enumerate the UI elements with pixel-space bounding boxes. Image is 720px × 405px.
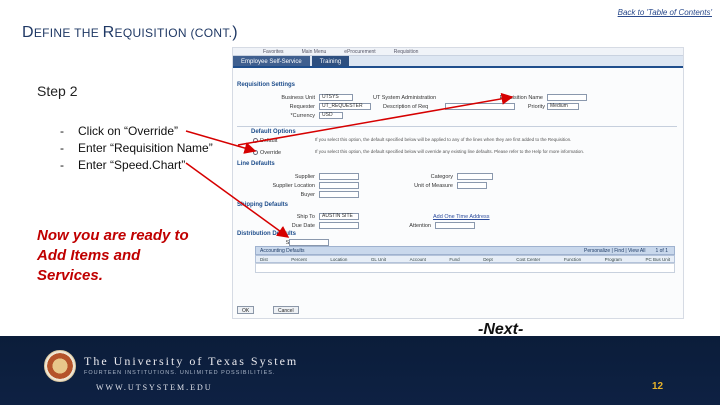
tab-employee-self-service[interactable]: Employee Self-Service [233,56,310,66]
cancel-button[interactable]: Cancel [273,306,299,314]
requester-field[interactable]: UT_REQUESTER [319,103,371,110]
instruction-item: - Click on “Override” [60,124,179,138]
supplier-label: Supplier [294,174,315,180]
line-defaults-heading: Line Defaults [237,161,275,167]
speedchart-field[interactable] [289,239,329,246]
grid-pages: 1 of 1 [655,247,668,254]
ship-to-field[interactable]: AUSTIN SITE [319,213,359,220]
due-date-label: Due Date [291,223,315,229]
distribution-defaults-heading: Distribution Defaults [237,231,297,237]
default-radio-label: Default [260,138,278,144]
requisition-settings-heading: Requisition Settings [237,82,296,88]
table-row[interactable] [255,263,675,273]
requisition-name-field[interactable] [547,94,587,101]
default-options-heading: Default Options [251,129,296,135]
instruction-list: - Click on “Override” - Enter “Requisition… [60,123,213,174]
page-number: 12 [652,381,664,392]
uom-field[interactable] [457,182,487,189]
grid-column: Percent [291,256,307,262]
category-label: Category [430,174,453,180]
currency-field[interactable]: USD [319,112,343,119]
ready-message: Now you are ready to Add Items and Servi… [37,227,189,284]
menu-eprocurement[interactable]: eProcurement [344,49,375,55]
divider [237,126,677,127]
grid-column: Dist [260,256,268,262]
business-unit-label: Business Unit [281,95,315,101]
supplier-location-field[interactable] [319,182,359,189]
instruction-item: - Enter “Requisition Name” [60,141,213,155]
supplier-field[interactable] [319,173,359,180]
supplier-location-label: Supplier Location [272,183,315,189]
requester-label: Requester [289,104,315,110]
buyer-label: Buyer [300,192,315,198]
grid-column: PC Bus Unit [645,256,670,262]
shipping-defaults-heading: Shipping Defaults [237,202,288,208]
requisition-name-label: Requisition Name [499,95,543,101]
grid-column: Function [563,256,582,262]
step-heading: Step 2 [37,83,78,99]
university-url: WWW.UTSYSTEM.EDU [96,383,213,392]
grid-column: GL Unit [370,256,387,262]
ok-button[interactable]: OK [237,306,255,314]
business-unit-field[interactable]: UTSYS [319,94,353,101]
attention-field[interactable] [435,222,475,229]
university-seal-icon [44,350,76,382]
grid-info[interactable]: Personalize | Find | View All [584,248,645,254]
grid-column: Program [604,256,622,262]
default-hint: If you select this option, the default s… [315,137,572,142]
menu-main[interactable]: Main Menu [302,49,327,55]
university-tagline: FOURTEEN INSTITUTIONS. UNLIMITED POSSIBI… [84,370,276,376]
tab-training[interactable]: Training [311,56,350,66]
category-field[interactable] [457,173,493,180]
slide-title: DEFINE THE REQUISITION (CONT.) [22,24,238,41]
grid-column: Account [409,256,426,262]
grid-column: Fund [449,256,460,262]
breadcrumb-menu: Favorites Main Menu eProcurement Requisi… [233,48,683,56]
priority-select[interactable]: Medium [547,103,579,110]
override-radio-label: Override [260,150,282,156]
attention-label: Attention [409,223,431,229]
portal-tabs: Employee Self-Service Training [233,56,683,68]
instruction-item: - Enter “Speed.Chart” [60,158,186,172]
due-date-field[interactable] [319,222,359,229]
back-to-toc-link[interactable]: Back to 'Table of Contents' [618,8,712,17]
accounting-grid-columns: Dist Percent Location GL Unit Account Fu… [255,255,675,263]
uom-label: Unit of Measure [414,183,453,189]
grid-column: Dept [483,256,493,262]
override-hint: If you select this option, the default s… [315,149,585,154]
menu-requisition[interactable]: Requisition [394,49,419,55]
grid-column: Cost Center [516,256,541,262]
ut-system-admin-label: UT System Administration [373,95,437,101]
buyer-field[interactable] [319,191,359,198]
default-radio[interactable] [253,138,258,143]
currency-label: *Currency [290,113,315,119]
university-name: The University of Texas System [84,354,299,368]
priority-label: Priority [527,104,545,110]
add-one-time-address-link[interactable]: Add One Time Address [433,214,490,220]
override-radio[interactable] [253,150,258,155]
grid-title: Accounting Defaults [260,247,305,254]
footer-banner: The University of Texas System FOURTEEN … [0,336,720,405]
description-field[interactable] [445,103,515,110]
grid-column: Location [330,256,348,262]
requisition-screenshot: Favorites Main Menu eProcurement Requisi… [232,47,684,319]
description-label: Description of Req [383,104,429,110]
ship-to-label: Ship To [296,214,315,220]
menu-favorites[interactable]: Favorites [263,49,284,55]
accounting-defaults-grid-header: Accounting Defaults Personalize | Find |… [255,246,675,255]
